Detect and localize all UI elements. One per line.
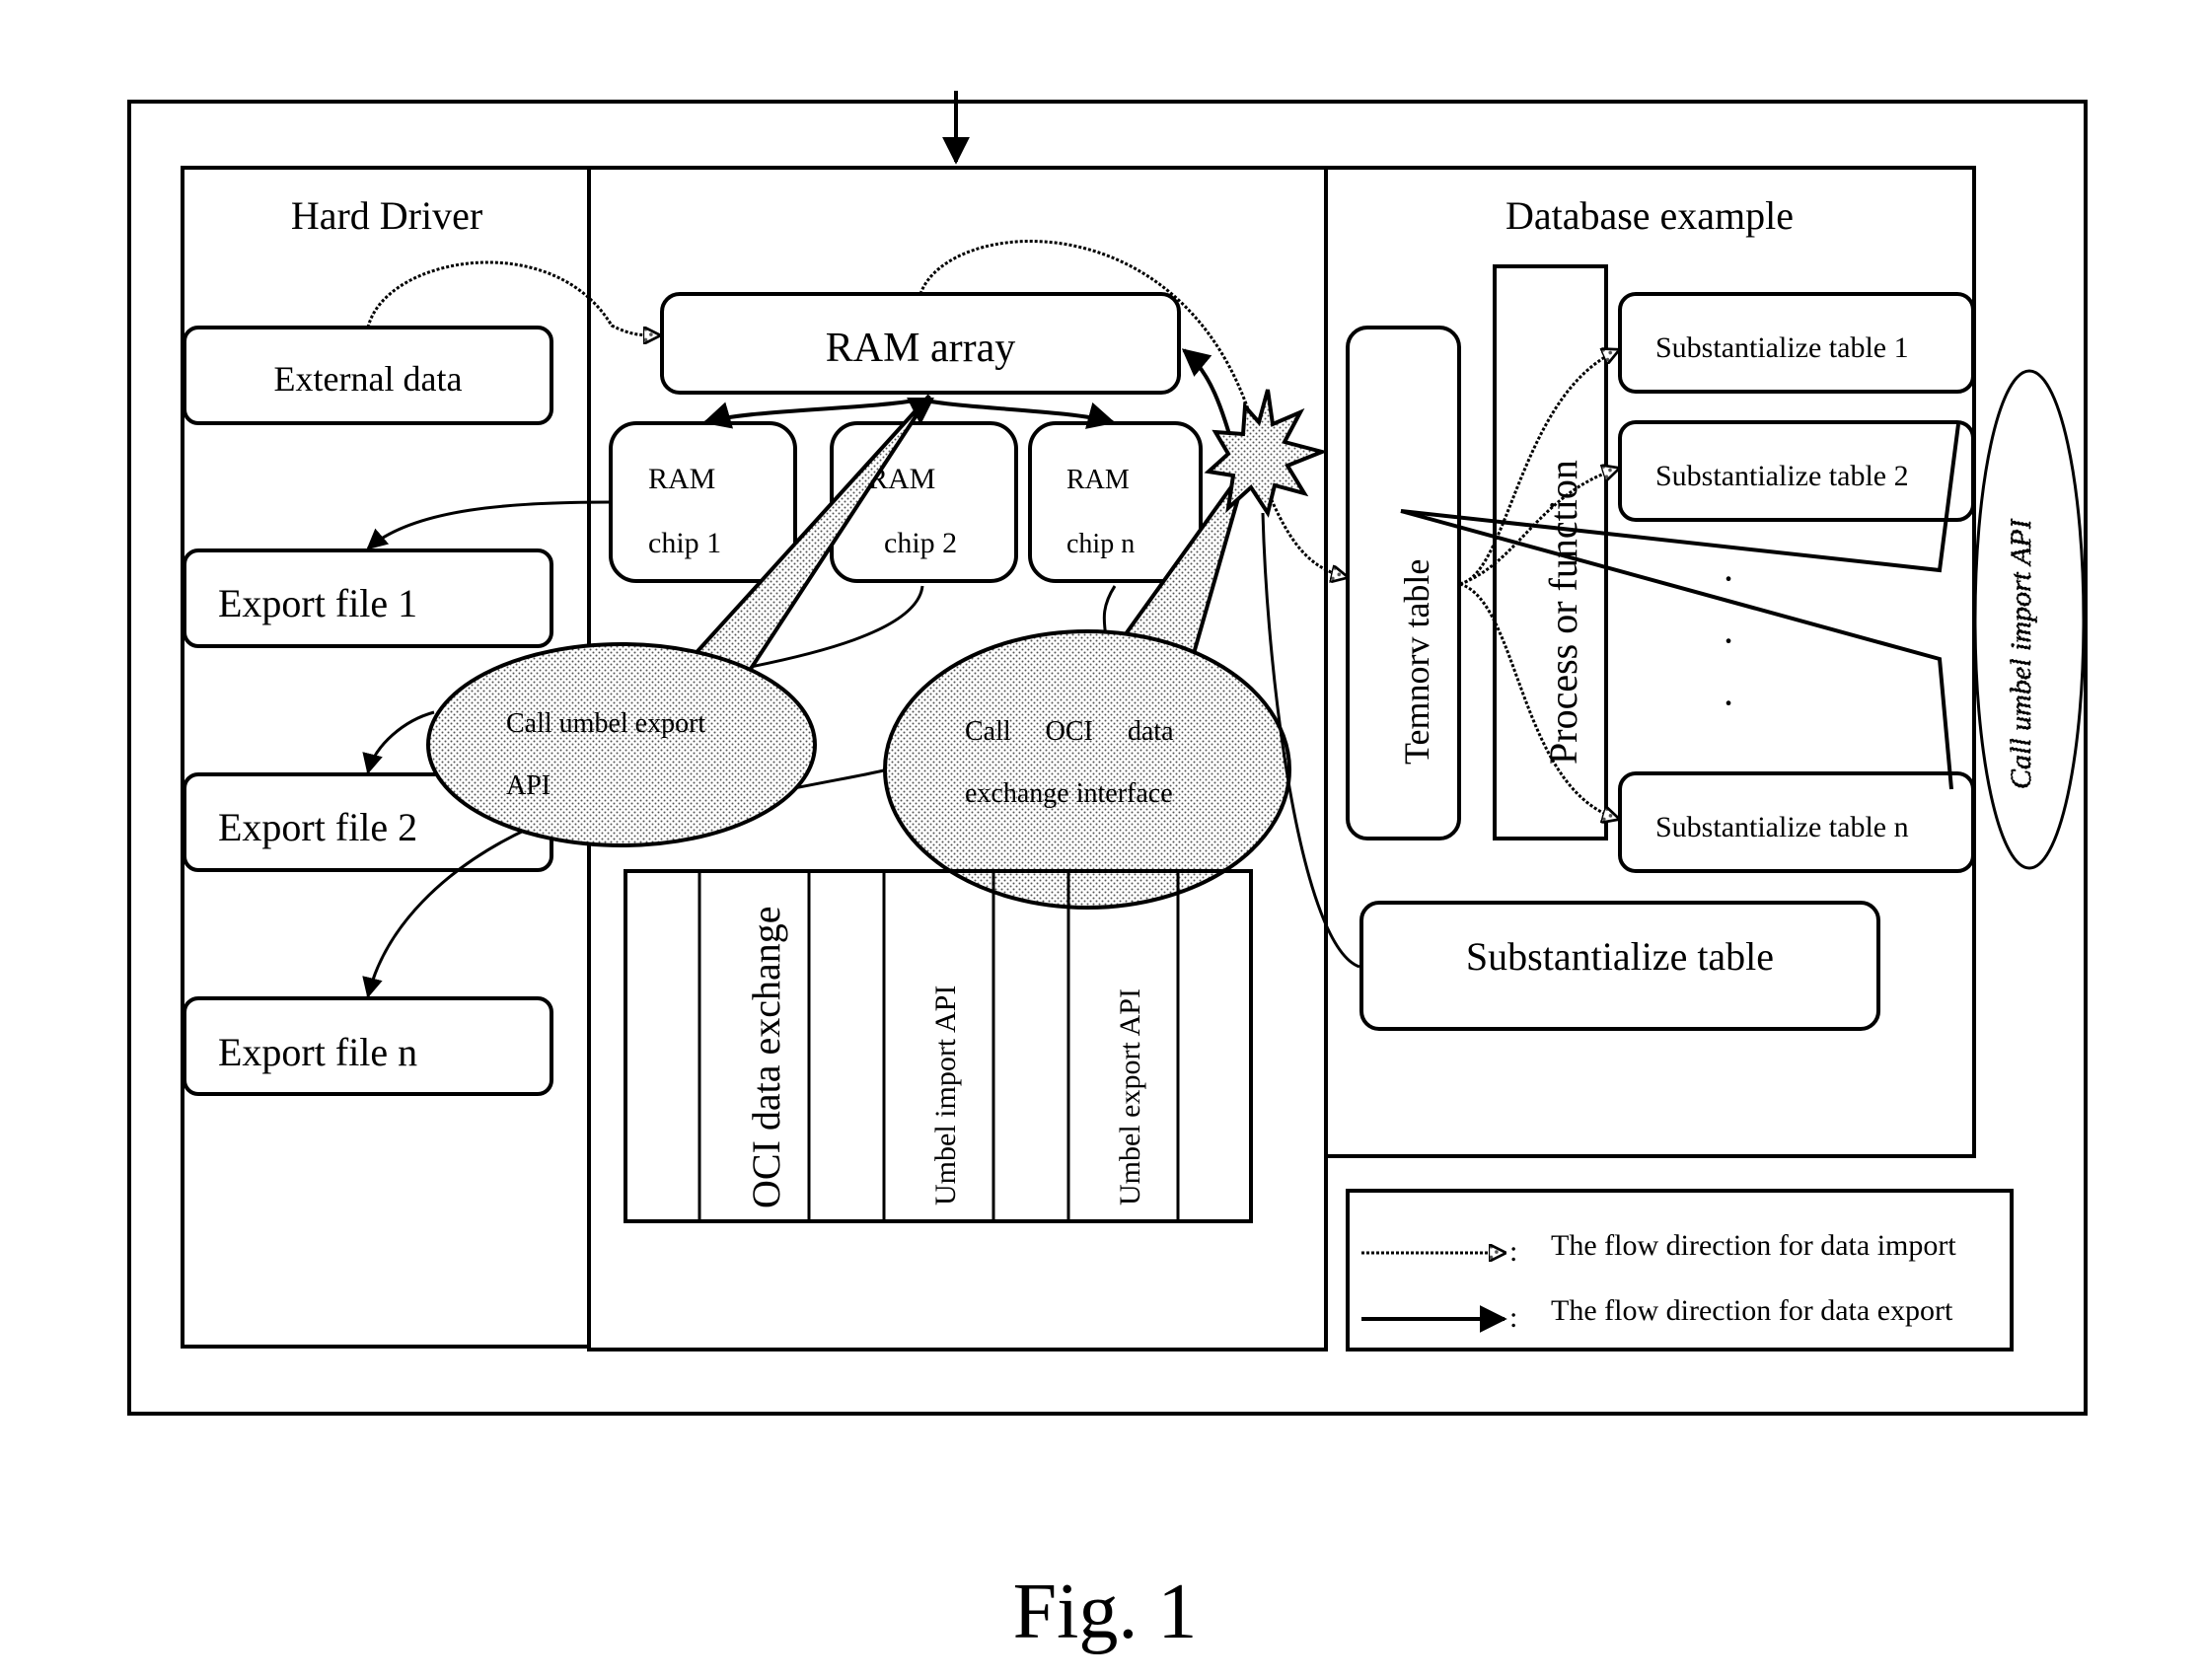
- ellipsis-dot-1: ·: [1722, 556, 1734, 601]
- export-file-1-label: Export file 1: [218, 581, 417, 625]
- callout-oci-line2: exchange interface: [965, 778, 1173, 809]
- export-file-1-box: Export file 1: [183, 548, 553, 648]
- substantialize-table-1-label: Substantialize table 1: [1655, 331, 1909, 364]
- export-file-n-label: Export file n: [218, 1030, 417, 1074]
- ram-chip-1: RAM chip 1: [609, 421, 797, 583]
- ram-chip-n-line2: chip n: [1066, 529, 1135, 559]
- legend-import-label: The flow direction for data import: [1551, 1229, 1956, 1262]
- legend-export-separator: :: [1509, 1301, 1517, 1334]
- ram-array-box: RAM array: [660, 292, 1181, 395]
- to-export2-arrow: [362, 710, 435, 775]
- substantialize-table-n-label: Substantialize table n: [1655, 811, 1909, 843]
- callout-import-label: Call umbel import API: [2005, 517, 2037, 789]
- export-file-n-box: Export file n: [183, 996, 553, 1096]
- ram-chip-1-line2: chip 1: [648, 527, 721, 559]
- ram-chip-n-line1: RAM: [1066, 465, 1130, 495]
- api-column-block: OCI data exchange Umbel import API Umbel…: [624, 869, 1253, 1223]
- substantialize-table-label: Substantialize table: [1466, 934, 1774, 979]
- hard-driver-title: Hard Driver: [291, 193, 482, 238]
- patent-figure: Hard Driver External data Export file 1 …: [0, 0, 2203, 1680]
- temp-to-tablen-import-arrow: [1459, 582, 1618, 819]
- substantialize-table-box: Substantialize table: [1359, 901, 1880, 1031]
- substantialize-table-n-box: Substantialize table n: [1618, 771, 1975, 873]
- oci-data-exchange-label: OCI data exchange: [744, 906, 788, 1208]
- temporary-table-label: Temnorv table: [1397, 559, 1436, 765]
- external-data-box: External data: [183, 326, 553, 425]
- temporary-table-box: Temnorv table: [1346, 326, 1461, 840]
- ram-to-chip1-arrow: [702, 398, 921, 429]
- system-diagram: Hard Driver External data Export file 1 …: [127, 91, 2088, 1655]
- callout-export-line1: Call umbel export: [506, 708, 705, 739]
- umbel-import-api-label: Umbel import API: [929, 986, 962, 1205]
- umbel-export-api-label: Umbel export API: [1114, 988, 1146, 1205]
- external-to-ram-import-arrow: [366, 260, 659, 335]
- external-data-label: External data: [274, 359, 463, 399]
- figure-caption: Fig. 1: [1013, 1569, 1198, 1655]
- legend: : The flow direction for data import : T…: [1346, 1189, 2014, 1351]
- ellipsis-dot-3: ·: [1722, 681, 1734, 725]
- legend-import-separator: :: [1509, 1235, 1517, 1268]
- ram-to-chipn-arrow: [919, 398, 1116, 429]
- database-title: Database example: [1505, 193, 1794, 238]
- callout-import-pointer-lower: [1400, 509, 1953, 790]
- chip1-to-export1-arrow: [366, 500, 612, 550]
- substantialize-table-1-box: Substantialize table 1: [1618, 292, 1975, 394]
- ram-chip-n: RAM chip n: [1028, 421, 1203, 583]
- callout-oci-line1: Call OCI data: [965, 716, 1174, 747]
- substantialize-table-2-label: Substantialize table 2: [1655, 460, 1909, 492]
- substantialize-table-2-box: Substantialize table 2: [1618, 420, 1975, 522]
- ram-array-label: RAM array: [826, 326, 1015, 371]
- process-function-label: Process or function: [1541, 460, 1585, 765]
- callout-export-line2: API: [506, 770, 551, 801]
- ram-chip-2-line2: chip 2: [884, 527, 957, 559]
- ellipsis-dot-2: ·: [1722, 619, 1734, 663]
- export-file-2-label: Export file 2: [218, 805, 417, 849]
- ram-chip-1-line1: RAM: [648, 463, 715, 495]
- legend-export-label: The flow direction for data export: [1551, 1294, 1953, 1327]
